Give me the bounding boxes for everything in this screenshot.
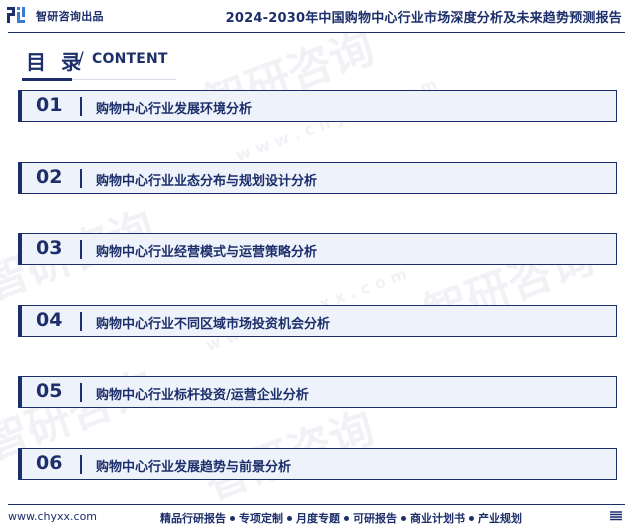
toc-item-separator: [80, 312, 82, 331]
footer-divider: [8, 504, 625, 505]
toc-item-separator: [80, 169, 82, 188]
toc-item-separator: [80, 383, 82, 402]
toc-item-number: 04: [36, 309, 63, 331]
toc-underline: [22, 78, 72, 81]
footer-link[interactable]: 商业计划书: [410, 512, 465, 525]
stack-lines-icon: [610, 511, 622, 521]
toc-item[interactable]: 03 购物中心行业经营模式与运营策略分析: [18, 233, 617, 265]
toc-underline-light: [72, 79, 176, 80]
toc-item-label: 购物中心行业发展环境分析: [96, 102, 253, 117]
toc-item-number: 01: [36, 94, 63, 116]
toc-item-number: 02: [36, 166, 63, 188]
toc-item-label: 购物中心行业业态分布与规划设计分析: [96, 174, 318, 189]
report-title: 2024-2030年中国购物中心行业市场深度分析及未来趋势预测报告: [225, 11, 622, 26]
toc-item[interactable]: 02 购物中心行业业态分布与规划设计分析: [18, 162, 617, 194]
toc-item-label: 购物中心行业经营模式与运营策略分析: [96, 245, 318, 260]
toc-subtitle: CONTENT: [92, 51, 168, 67]
toc-item-number: 03: [36, 237, 63, 259]
toc-item-separator: [80, 240, 82, 259]
toc-title: 目 录: [26, 50, 85, 74]
bullet-dot-icon: [469, 515, 474, 521]
toc-item-label: 购物中心行业标杆投资/运营企业分析: [96, 388, 309, 403]
footer-link[interactable]: 专项定制: [239, 512, 283, 525]
toc-item-separator: [80, 97, 82, 116]
toc-item-number: 05: [36, 380, 63, 402]
bullet-dot-icon: [287, 515, 292, 521]
brand-logo-icon: [7, 7, 25, 23]
bullet-dot-icon: [230, 515, 235, 521]
brand-name: 智研咨询出品: [36, 10, 104, 23]
footer-links: 精品行研报告 专项定制 月度专题 可研报告 商业计划书 产业规划: [160, 510, 522, 526]
toc-item[interactable]: 04 购物中心行业不同区域市场投资机会分析: [18, 305, 617, 337]
toc-item-label: 购物中心行业不同区域市场投资机会分析: [96, 317, 331, 332]
bullet-dot-icon: [344, 515, 349, 521]
toc-item-separator: [80, 455, 82, 474]
footer-link[interactable]: 可研报告: [353, 512, 397, 525]
toc-item-label: 购物中心行业发展趋势与前景分析: [96, 460, 292, 475]
toc-slash: /: [78, 49, 84, 69]
toc-item[interactable]: 05 购物中心行业标杆投资/运营企业分析: [18, 376, 617, 408]
header-divider: [8, 32, 625, 33]
page-header: 智研咨询出品 2024-2030年中国购物中心行业市场深度分析及未来趋势预测报告: [0, 0, 632, 33]
toc-item[interactable]: 06 购物中心行业发展趋势与前景分析: [18, 448, 617, 480]
toc-item-number: 06: [36, 452, 63, 474]
footer-link[interactable]: 产业规划: [478, 512, 522, 525]
footer-link[interactable]: 月度专题: [296, 512, 340, 525]
bullet-dot-icon: [401, 515, 406, 521]
footer-link[interactable]: 精品行研报告: [160, 512, 226, 525]
toc-item[interactable]: 01 购物中心行业发展环境分析: [18, 90, 617, 122]
footer-url-link[interactable]: www.chyxx.com: [8, 510, 97, 523]
